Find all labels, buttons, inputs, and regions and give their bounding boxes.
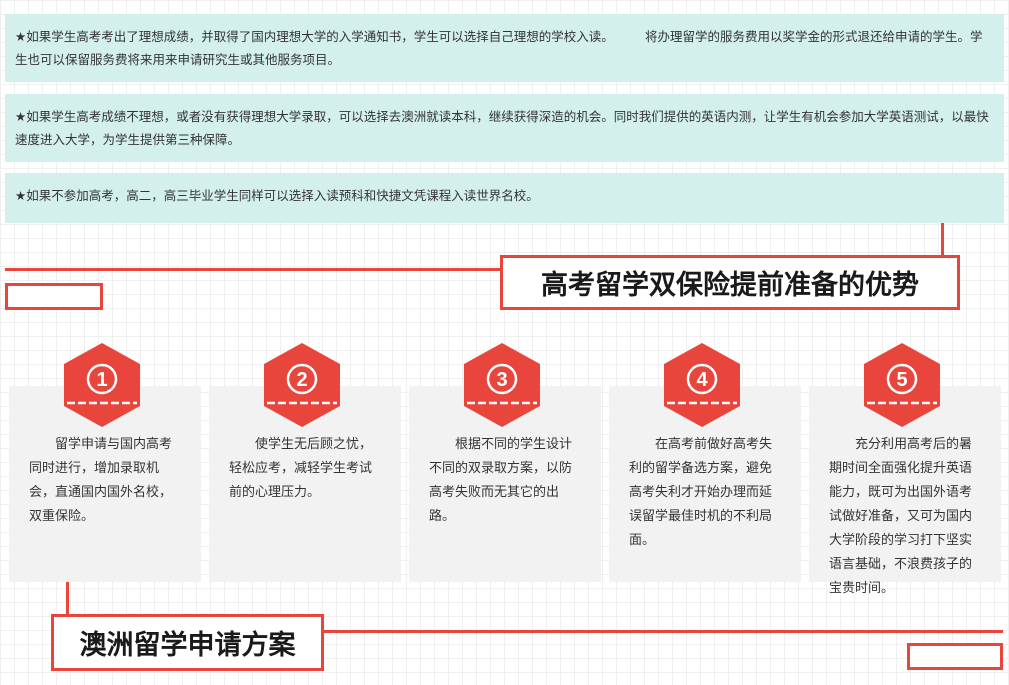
section-title-text: 高考留学双保险提前准备的优势 [541,270,919,301]
section-title-text: 澳洲留学申请方案 [79,630,296,661]
divider-line [941,223,944,257]
info-box-1: ★如果学生高考考出了理想成绩，并取得了国内理想大学的入学通知书，学生可以选择自己… [5,14,1004,82]
info-box-3: ★如果不参加高考，高二，高三毕业学生同样可以选择入读预科和快捷文凭课程入读世界名… [5,173,1004,223]
card-text: 使学生无后顾之忧，轻松应考，减轻学生考试前的心理压力。 [229,437,373,500]
badge-number: 3 [496,369,507,391]
hexagon-badge-icon: 2 [263,342,341,428]
section-title-plan: 澳洲留学申请方案 [51,614,324,671]
badge-number: 2 [296,369,307,391]
badge-number: 5 [896,369,907,391]
card-text: 在高考前做好高考失利的留学备选方案，避免高考失利才开始办理而延误留学最佳时机的不… [629,437,773,548]
hexagon-badge-icon: 3 [463,342,541,428]
divider-line [5,268,503,271]
hexagon-badge-icon: 1 [63,342,141,428]
hexagon-badge-icon: 5 [863,342,941,428]
badge-number: 4 [696,369,708,391]
decorative-frame [907,643,1003,670]
hexagon-badge-icon: 4 [663,342,741,428]
card-text: 根据不同的学生设计不同的双录取方案，以防高考失败而无其它的出路。 [429,437,573,524]
info-box-text: ★如果学生高考考出了理想成绩，并取得了国内理想大学的入学通知书，学生可以选择自己… [15,29,983,67]
divider-line [322,630,1003,633]
info-box-2: ★如果学生高考成绩不理想，或者没有获得理想大学录取，可以选择去澳洲就读本科，继续… [5,94,1004,162]
info-box-text: ★如果学生高考成绩不理想，或者没有获得理想大学录取，可以选择去澳洲就读本科，继续… [15,109,989,147]
badge-number: 1 [96,369,107,391]
card-text: 充分利用高考后的暑期时间全面强化提升英语能力，既可为出国外语考试做好准备，又可为… [829,437,973,596]
decorative-frame [5,283,103,310]
info-box-text: ★如果不参加高考，高二，高三毕业学生同样可以选择入读预科和快捷文凭课程入读世界名… [15,188,539,203]
card-text: 留学申请与国内高考同时进行，增加录取机会，直通国内国外名校，双重保险。 [29,437,173,524]
divider-line [66,582,69,616]
section-title-advantages: 高考留学双保险提前准备的优势 [500,255,960,310]
